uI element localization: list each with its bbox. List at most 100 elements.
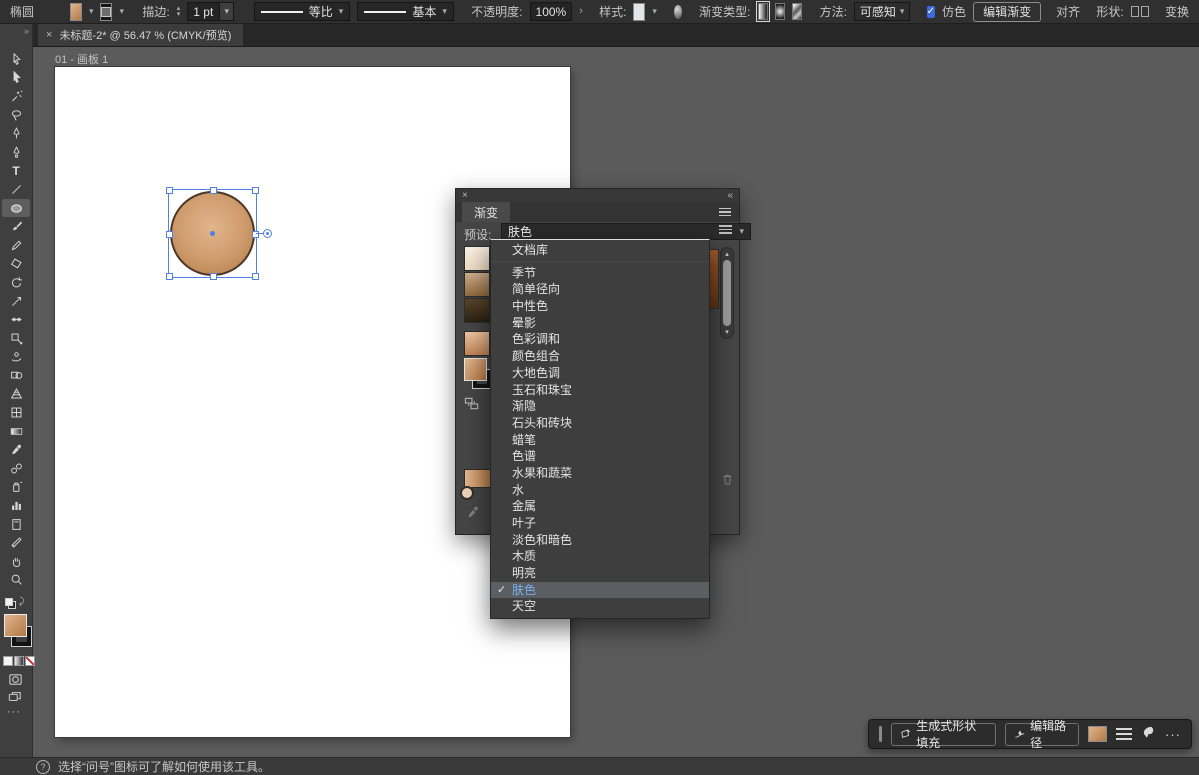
selection-handle[interactable] [252,187,259,194]
symbol-sprayer-tool[interactable] [0,478,32,497]
dropdown-item-14[interactable]: 金属 [491,498,709,515]
align-menu[interactable]: 对齐 [1056,3,1080,20]
line-segment-tool[interactable] [0,180,32,199]
fill-color-swatch[interactable] [70,3,82,21]
default-fill-stroke-icon[interactable] [5,598,17,610]
width-tool[interactable] [0,310,32,329]
selection-handle[interactable] [210,273,217,280]
dropdown-item-8[interactable]: 渐隐 [491,398,709,415]
shape-builder-tool[interactable] [0,366,32,385]
ellipse-tool[interactable] [2,199,30,218]
selection-handle[interactable] [210,187,217,194]
stroke-weight-stepper[interactable]: ▴▾ [177,6,181,18]
opacity-field[interactable]: 100% [530,2,573,21]
close-tab-icon[interactable]: × [46,29,52,41]
help-question-icon[interactable]: ? [36,760,50,774]
artboard-tool[interactable] [0,515,32,534]
dropdown-item-0[interactable]: 季节 [491,265,709,282]
shaper-tool[interactable] [0,236,32,255]
dropdown-item-7[interactable]: 玉石和珠宝 [491,382,709,399]
scale-tool[interactable] [0,292,32,311]
free-transform-tool[interactable] [0,329,32,348]
mesh-tool[interactable] [0,403,32,422]
dropdown-item-3[interactable]: 晕影 [491,315,709,332]
stroke-color-swatch[interactable] [100,3,112,21]
taskbar-stroke-icon[interactable] [1116,728,1132,741]
toolbar-collapse-icon[interactable]: » [24,26,28,36]
radial-gradient-type-button[interactable] [775,3,785,20]
curvature-tool[interactable] [0,143,32,162]
preset-list-view-icon[interactable] [719,225,732,234]
taskbar-more-icon[interactable]: ··· [1165,727,1181,742]
opacity-overflow-chevron-icon[interactable]: › [579,6,583,17]
scroll-thumb[interactable] [723,260,731,326]
style-swatch[interactable] [633,3,645,21]
generative-shape-fill-button[interactable]: 生成式形状填充 [891,723,996,746]
dropdown-item-6[interactable]: 大地色调 [491,365,709,382]
magic-wand-tool[interactable] [0,87,32,106]
selection-handle[interactable] [166,231,173,238]
eraser-tool[interactable] [0,255,32,274]
gradient-annotator-line[interactable] [256,233,263,234]
document-tab[interactable]: × 未标题-2* @ 56.47 % (CMYK/预览) [38,24,243,46]
hand-tool[interactable] [0,552,32,571]
slice-tool[interactable] [0,533,32,552]
reverse-gradient-icon[interactable] [464,396,479,414]
gradient-annotator-endpoint[interactable] [263,229,272,238]
eyedropper-tool[interactable] [0,440,32,459]
dropdown-item-20[interactable]: 天空 [491,598,709,615]
taskbar-fill-swatch[interactable] [1088,726,1107,742]
preset-thumbnail-2[interactable] [464,272,490,297]
selection-handle[interactable] [252,273,259,280]
perspective-grid-tool[interactable] [0,385,32,404]
blend-tool[interactable] [0,459,32,478]
dropdown-item-library[interactable]: 文档库 [491,242,709,259]
taskbar-drag-handle[interactable] [879,726,882,742]
direct-selection-tool[interactable] [0,69,32,88]
none-button[interactable] [25,656,35,666]
fill-chevron-icon[interactable]: ▾ [89,7,94,16]
panel-fill-swatch[interactable] [464,358,487,381]
brush-dropdown[interactable]: 基本 ▾ [357,2,454,21]
dropdown-item-18[interactable]: 明亮 [491,565,709,582]
swap-fill-stroke-icon[interactable]: ⤸ [19,596,24,607]
edit-path-button[interactable]: 编辑路径 [1005,723,1080,746]
puppet-warp-tool[interactable] [0,348,32,367]
dropdown-item-15[interactable]: 叶子 [491,515,709,532]
color-button[interactable] [3,656,13,666]
dropdown-item-17[interactable]: 木质 [491,548,709,565]
column-graph-tool[interactable] [0,496,32,515]
fill-proxy-swatch[interactable] [4,614,27,637]
stroke-weight-field[interactable]: 1 pt ▾ [187,2,234,21]
paintbrush-tool[interactable] [0,217,32,236]
edit-gradient-button[interactable]: 编辑渐变 [973,2,1041,22]
width-profile-dropdown[interactable]: 等比 ▾ [254,2,351,21]
dropdown-item-10[interactable]: 蜡笔 [491,432,709,449]
pen-tool[interactable] [0,124,32,143]
dropdown-item-13[interactable]: 水 [491,482,709,499]
stroke-weight-chevron-icon[interactable]: ▾ [219,3,233,20]
panel-menu-icon[interactable] [719,208,731,217]
preset-thumbnail-3[interactable] [464,298,490,323]
scroll-down-icon[interactable]: ▾ [725,328,729,336]
dropdown-item-9[interactable]: 石头和砖块 [491,415,709,432]
transform-menu[interactable]: 变换 [1165,3,1189,20]
dropdown-item-1[interactable]: 简单径向 [491,281,709,298]
gradient-panel-tab[interactable]: 渐变 [462,202,510,222]
delete-stop-icon[interactable] [721,473,734,489]
rotate-tool[interactable] [0,273,32,292]
dropdown-item-19[interactable]: ✓肤色 [491,582,709,599]
selection-handle[interactable] [166,273,173,280]
dropdown-item-4[interactable]: 色彩调和 [491,331,709,348]
dropdown-item-2[interactable]: 中性色 [491,298,709,315]
shape-properties-icon[interactable] [1131,6,1149,17]
linear-gradient-type-button[interactable] [758,3,768,20]
panel-collapse-icon[interactable]: « [727,190,733,201]
style-chevron-icon[interactable]: ▾ [652,7,657,16]
dropdown-item-11[interactable]: 色谱 [491,448,709,465]
type-tool[interactable]: T [0,162,32,181]
gradient-button[interactable] [14,656,24,666]
screen-mode-icon[interactable] [7,690,23,707]
panel-eyedropper-icon[interactable] [466,505,480,522]
brush-chevron-icon[interactable]: ▾ [442,7,447,16]
